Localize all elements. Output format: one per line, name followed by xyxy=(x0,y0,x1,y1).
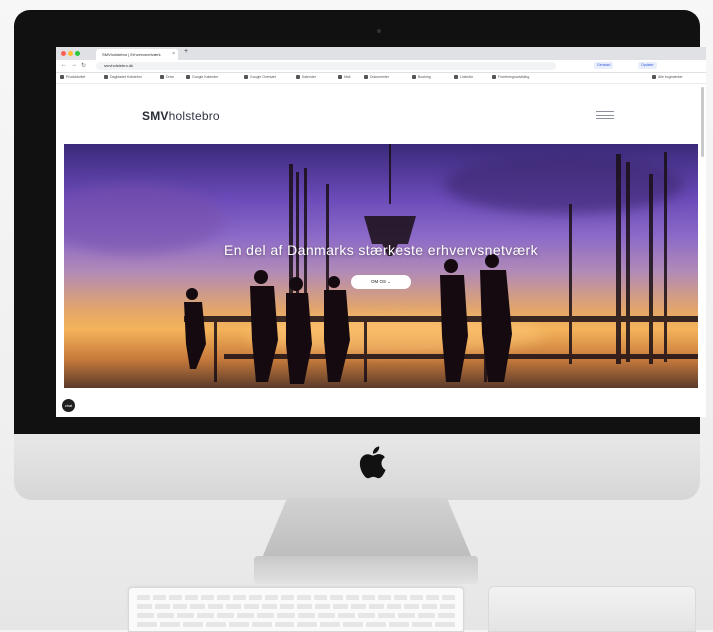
bookmark-item[interactable]: Produktivitet xyxy=(60,75,85,80)
bookmark-item[interactable]: LinkedIn xyxy=(454,75,473,80)
rebar-column xyxy=(616,154,621,364)
bookmark-icon xyxy=(364,75,368,80)
hamburger-line xyxy=(596,111,614,112)
url-input[interactable]: smvholstebro.dk xyxy=(96,62,556,70)
keyboard-row xyxy=(137,604,455,609)
hamburger-menu-icon[interactable] xyxy=(596,111,614,119)
scene-background: SMVholstebro | Erhvervsnetværk × + ← → ↻… xyxy=(0,0,713,632)
bookmark-item[interactable]: Mail xyxy=(338,75,350,80)
rebar-column xyxy=(569,204,572,364)
extension-button[interactable]: Opdater xyxy=(638,62,657,69)
keyboard-row xyxy=(137,613,455,618)
scaffold-post xyxy=(364,322,367,382)
scaffold-post xyxy=(214,322,217,382)
bookmark-icon xyxy=(652,75,656,80)
bookmark-item[interactable]: Google Kalender xyxy=(186,75,218,80)
bookmark-icon xyxy=(186,75,190,80)
rebar-column xyxy=(626,162,630,362)
construction-silhouette-illustration xyxy=(184,144,698,384)
close-window-button[interactable] xyxy=(61,51,66,56)
rebar-column xyxy=(649,174,653,364)
bookmark-item[interactable]: Google Oversæt xyxy=(244,75,276,80)
bookmark-icon xyxy=(492,75,496,80)
site-header: SMVholstebro xyxy=(56,84,706,144)
tab-bar: SMVholstebro | Erhvervsnetværk × + xyxy=(56,47,706,60)
bookmark-icon xyxy=(60,75,64,80)
keyboard xyxy=(128,587,464,632)
bookmark-icon xyxy=(160,75,164,80)
apple-logo-icon xyxy=(359,446,386,479)
hero-banner: En del af Danmarks stærkeste erhvervsnet… xyxy=(64,144,698,388)
keyboard-row xyxy=(137,595,455,600)
imac-display: SMVholstebro | Erhvervsnetværk × + ← → ↻… xyxy=(14,10,706,434)
bookmark-item[interactable]: Forretningsudvikling xyxy=(492,75,529,80)
site-logo[interactable]: SMVholstebro xyxy=(142,109,220,123)
camera-dot xyxy=(377,29,381,33)
back-button[interactable]: ← xyxy=(61,62,67,68)
logo-bold-text: SMV xyxy=(142,109,169,123)
bookmark-icon xyxy=(244,75,248,80)
maximize-window-button[interactable] xyxy=(75,51,80,56)
bookmark-item[interactable]: Kalender xyxy=(296,75,316,80)
tab-close-icon[interactable]: × xyxy=(172,49,175,60)
logo-light-text: holstebro xyxy=(168,109,220,123)
imac-stand-neck xyxy=(262,498,472,558)
chat-icon[interactable]: chat xyxy=(62,399,75,412)
bookmark-icon xyxy=(296,75,300,80)
browser-screen: SMVholstebro | Erhvervsnetværk × + ← → ↻… xyxy=(56,47,706,417)
bookmark-icon xyxy=(454,75,458,80)
extension-button[interactable]: Genstart xyxy=(594,62,614,69)
forward-button[interactable]: → xyxy=(71,62,77,68)
minimize-window-button[interactable] xyxy=(68,51,73,56)
bookmark-item[interactable]: Dagbladet Holstebro xyxy=(104,75,142,80)
concrete-bucket xyxy=(364,216,416,244)
hamburger-line xyxy=(596,114,614,116)
hamburger-line xyxy=(596,118,614,119)
crane-cable xyxy=(389,144,391,204)
reload-button[interactable]: ↻ xyxy=(81,62,86,69)
hero-heading: En del af Danmarks stærkeste erhvervsnet… xyxy=(223,242,539,258)
bookmark-icon xyxy=(104,75,108,80)
bookmarks-bar: Produktivitet Dagbladet Holstebro Drive … xyxy=(56,73,706,84)
new-tab-button[interactable]: + xyxy=(184,48,188,55)
tab-title: SMVholstebro | Erhvervsnetværk xyxy=(102,52,161,57)
bookmark-item[interactable]: Alle bogmærker xyxy=(652,75,683,80)
imac-chin xyxy=(14,434,700,500)
bookmark-icon xyxy=(412,75,416,80)
trackpad xyxy=(488,586,696,632)
bookmark-item[interactable]: Booking xyxy=(412,75,431,80)
bookmark-icon xyxy=(338,75,342,80)
imac-stand-base xyxy=(254,556,478,584)
keyboard-row xyxy=(137,622,455,627)
tab-active[interactable]: SMVholstebro | Erhvervsnetværk × xyxy=(96,49,178,60)
page-scrollbar[interactable] xyxy=(701,87,704,157)
bookmark-item[interactable]: Dokumenter xyxy=(364,75,389,80)
about-us-button[interactable]: OM OS ⌄ xyxy=(351,275,411,289)
bookmark-item[interactable]: Drive xyxy=(160,75,174,80)
